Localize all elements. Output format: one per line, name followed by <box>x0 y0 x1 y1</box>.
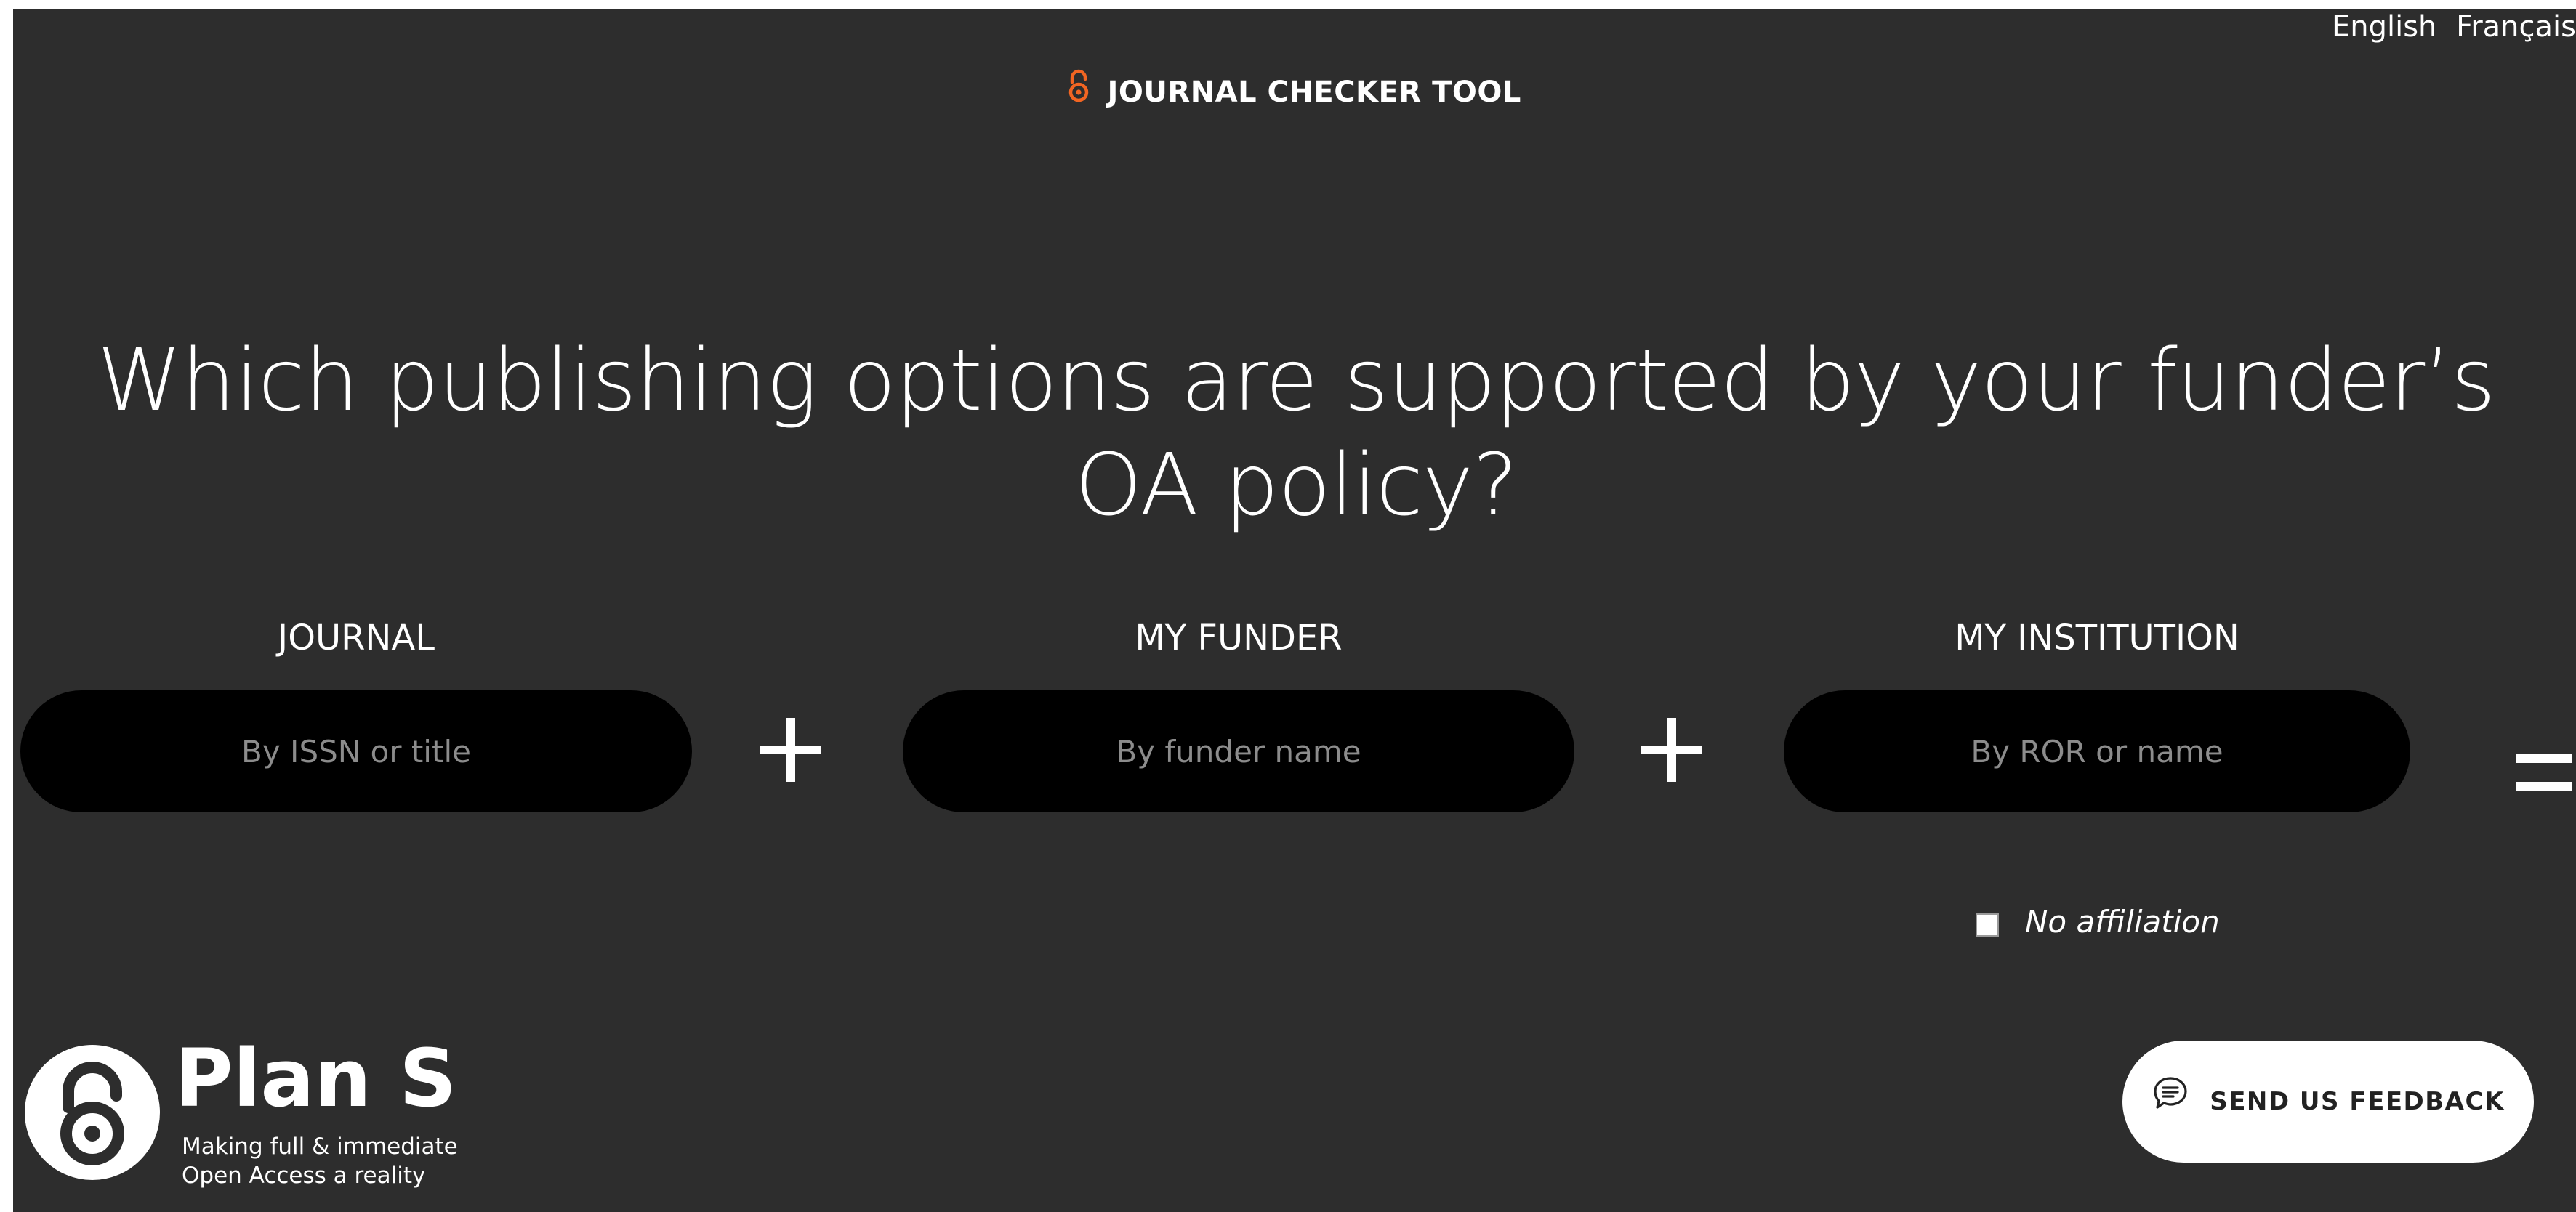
equals-icon <box>2516 744 2572 799</box>
journal-search-input[interactable] <box>20 690 692 812</box>
funder-label: MY FUNDER <box>1135 618 1343 658</box>
language-switcher: English Français <box>2322 10 2576 44</box>
tagline-line-2: Open Access a reality <box>182 1163 426 1189</box>
language-option-francais[interactable]: Français <box>2456 10 2576 44</box>
send-feedback-button[interactable]: SEND US FEEDBACK <box>2122 1041 2534 1163</box>
chat-bubble-icon <box>2152 1075 2189 1119</box>
open-access-lock-icon <box>1068 69 1090 111</box>
open-access-logo-icon[interactable] <box>23 1043 161 1184</box>
funder-search-input[interactable] <box>903 690 1574 812</box>
plus-icon <box>1635 706 1708 793</box>
no-affiliation-label: No affiliation <box>2025 904 2220 940</box>
tagline-line-1: Making full & immediate <box>182 1134 458 1160</box>
language-option-english[interactable]: English <box>2332 10 2436 44</box>
app-frame: English Français JOURNAL CHECKER TOOL Wh… <box>13 9 2576 1212</box>
app-title-text: JOURNAL CHECKER TOOL <box>1107 76 1521 109</box>
send-feedback-label: SEND US FEEDBACK <box>2210 1087 2505 1116</box>
journal-label: JOURNAL <box>278 618 435 658</box>
plan-s-tagline: Making full & immediate Open Access a re… <box>182 1132 458 1190</box>
page-headline: Which publishing options are supported b… <box>97 330 2495 536</box>
plus-icon <box>754 706 827 793</box>
no-affiliation-option[interactable]: No affiliation <box>1976 904 2220 940</box>
app-title: JOURNAL CHECKER TOOL <box>13 69 2576 111</box>
institution-label: MY INSTITUTION <box>1955 618 2239 658</box>
no-affiliation-checkbox[interactable] <box>1976 913 1999 937</box>
institution-search-input[interactable] <box>1784 690 2410 812</box>
plan-s-logo-name[interactable]: Plan S <box>174 1032 456 1125</box>
